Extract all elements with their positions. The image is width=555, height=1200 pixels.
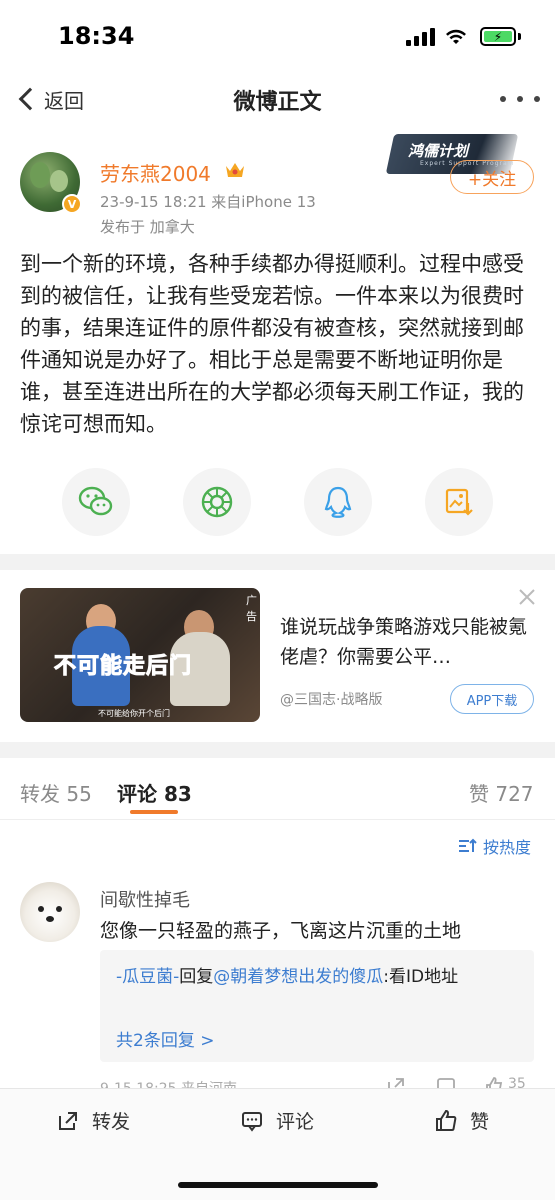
share-row (0, 468, 555, 538)
sort-row: 按热度 (0, 820, 555, 870)
comment-button[interactable]: 评论 (240, 1107, 314, 1134)
commenter-avatar[interactable] (20, 882, 80, 942)
view-all-replies-link[interactable]: 共2条回复 > (116, 1026, 214, 1051)
more-options-button[interactable] (500, 96, 540, 104)
ad-title[interactable]: 谁说玩战争策略游戏只能被氪佬虐？你需要公平… (280, 612, 530, 672)
save-image-button[interactable] (425, 468, 493, 536)
close-icon[interactable] (516, 586, 538, 608)
tab-likes[interactable]: 赞 727 (469, 778, 534, 807)
like-label: 赞 (470, 1111, 490, 1133)
sort-by-hot-button[interactable]: 按热度 (457, 834, 531, 858)
ad-image[interactable]: 不可能走后门 不可能给你开个后门 广告 (20, 588, 260, 722)
sort-icon (459, 838, 477, 852)
post-card: V 劳东燕2004 23-9-15 18:21 来自iPhone 13 发布于 … (0, 130, 555, 554)
thumbs-up-icon (436, 1109, 457, 1131)
save-image-icon (445, 488, 473, 516)
battery-tip (518, 33, 521, 40)
ad-tag: 广告 (246, 594, 257, 623)
status-time: 18:34 (58, 22, 135, 50)
post-location: 发布于 加拿大 (100, 218, 195, 236)
page-title: 微博正文 (233, 90, 322, 115)
bottom-action-bar: 转发 评论 赞 (0, 1088, 555, 1200)
sort-label: 按热度 (483, 838, 532, 857)
tab-comments[interactable]: 评论 83 (117, 778, 192, 807)
tab-repost[interactable]: 转发 55 (20, 778, 92, 807)
like-button[interactable]: 赞 (434, 1107, 489, 1134)
reply-word: 回复 (179, 967, 214, 987)
ad-source: @三国志·战略版 (280, 692, 383, 708)
comment-label: 评论 (276, 1111, 315, 1133)
post-body-text: 到一个新的环境，各种手续都办得挺顺利。过程中感受到的被信任，让我有些受宠若惊。一… (20, 252, 524, 436)
crown-icon (226, 163, 244, 177)
repost-button[interactable]: 转发 (56, 1107, 130, 1134)
ad-card[interactable]: 不可能走后门 不可能给你开个后门 广告 谁说玩战争策略游戏只能被氪佬虐？你需要公… (0, 570, 555, 742)
section-divider (0, 554, 555, 570)
reply-body: :看ID地址 (383, 967, 459, 987)
reply-preview-text: -瓜豆菌-回复@朝着梦想出发的傻瓜:看ID地址 (116, 962, 526, 992)
active-tab-indicator (130, 810, 178, 814)
moments-icon (201, 486, 233, 518)
wechat-icon (78, 486, 113, 516)
comment-icon (242, 1111, 262, 1132)
follow-button[interactable]: +关注 (450, 160, 534, 194)
campaign-badge-label: 鸿儒计划 (408, 142, 469, 160)
ad-image-overlay-text: 不可能走后门 (53, 654, 193, 680)
reply-mention[interactable]: @朝着梦想出发的傻瓜 (213, 967, 383, 987)
post-timestamp-source: 23-9-15 18:21 来自iPhone 13 (100, 193, 316, 211)
status-bar: 18:34 ⚡ (0, 0, 555, 68)
reply-author[interactable]: -瓜豆菌- (116, 967, 179, 987)
share-moments-button[interactable] (183, 468, 251, 536)
ad-image-caption: 不可能给你开个后门 (98, 709, 170, 718)
share-qq-button[interactable] (304, 468, 372, 536)
share-wechat-button[interactable] (62, 468, 130, 536)
comment-item: 间歇性掉毛 您像一只轻盈的燕子，飞离这片沉重的土地 -瓜豆菌-回复@朝着梦想出发… (0, 872, 555, 1097)
comment-text: 您像一只轻盈的燕子，飞离这片沉重的土地 (100, 920, 462, 942)
commenter-username[interactable]: 间歇性掉毛 (100, 886, 190, 912)
qq-icon (324, 486, 352, 518)
repost-label: 转发 (92, 1111, 131, 1133)
verified-badge-icon: V (62, 194, 82, 214)
app-download-button[interactable]: APP下载 (450, 684, 534, 714)
wifi-icon (446, 29, 466, 44)
cellular-signal-icon (406, 28, 436, 46)
reply-preview-box[interactable]: -瓜豆菌-回复@朝着梦想出发的傻瓜:看ID地址 共2条回复 > (100, 950, 534, 1062)
interaction-tabs: 转发 55 评论 83 赞 727 (0, 758, 555, 820)
repost-icon (59, 1111, 77, 1130)
nav-bar: 返回 微博正文 (0, 68, 555, 130)
battery-icon: ⚡ (480, 27, 516, 46)
home-indicator[interactable] (178, 1182, 378, 1188)
section-divider (0, 742, 555, 758)
author-username[interactable]: 劳东燕2004 (100, 158, 211, 187)
